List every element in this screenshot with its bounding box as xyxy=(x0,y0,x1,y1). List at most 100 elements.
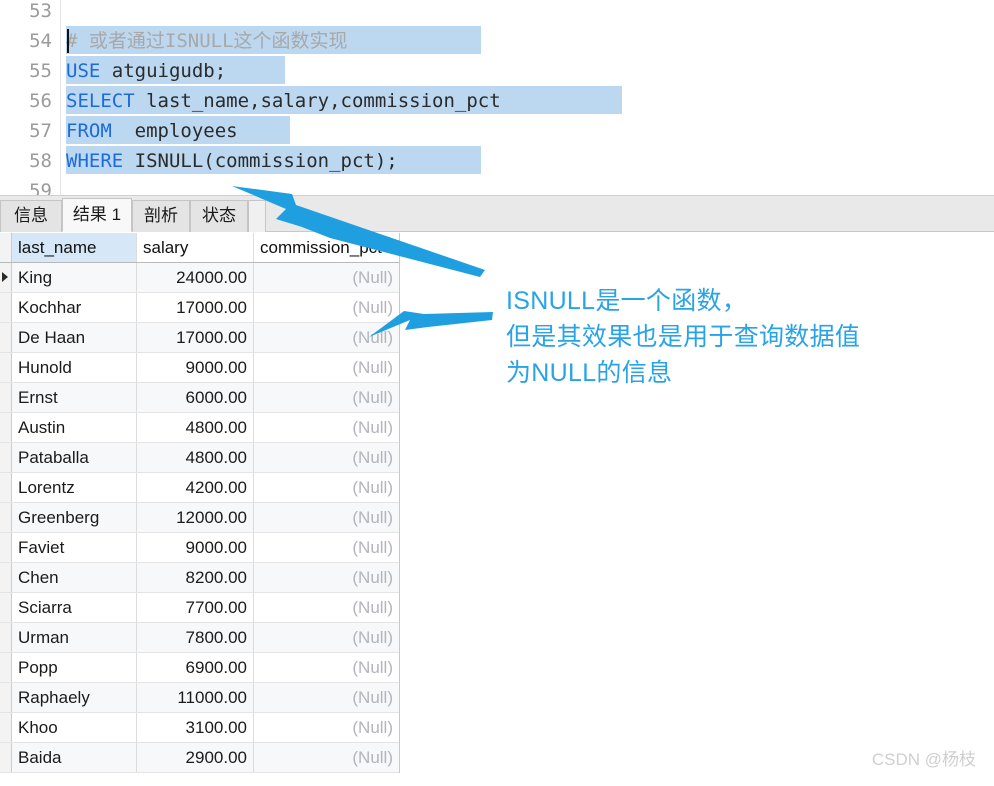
cell-commission-pct[interactable]: (Null) xyxy=(254,383,399,412)
code-line[interactable]: WHERE ISNULL(commission_pct); xyxy=(66,146,481,176)
table-row[interactable]: Raphaely 11000.00 (Null) xyxy=(0,683,399,713)
cell-commission-pct[interactable]: (Null) xyxy=(254,503,399,532)
cell-last-name[interactable]: Lorentz xyxy=(12,473,137,502)
table-row[interactable]: Khoo 3100.00 (Null) xyxy=(0,713,399,743)
cell-salary[interactable]: 3100.00 xyxy=(137,713,254,742)
cell-last-name[interactable]: Chen xyxy=(12,563,137,592)
cell-last-name[interactable]: Pataballa xyxy=(12,443,137,472)
cell-last-name[interactable]: Khoo xyxy=(12,713,137,742)
code-line[interactable]: SELECT last_name,salary,commission_pct xyxy=(66,86,622,116)
row-marker[interactable] xyxy=(0,593,12,622)
cell-last-name[interactable]: Ernst xyxy=(12,383,137,412)
table-row[interactable]: Popp 6900.00 (Null) xyxy=(0,653,399,683)
row-marker[interactable] xyxy=(0,413,12,442)
cell-salary[interactable]: 12000.00 xyxy=(137,503,254,532)
result-tab-bar[interactable]: 信息 结果 1 剖析 状态 xyxy=(0,196,994,232)
result-grid[interactable]: last_name salary commission_pct King 2400… xyxy=(0,233,400,773)
cell-commission-pct[interactable]: (Null) xyxy=(254,443,399,472)
table-row[interactable]: Austin 4800.00 (Null) xyxy=(0,413,399,443)
table-row[interactable]: Faviet 9000.00 (Null) xyxy=(0,533,399,563)
table-row[interactable]: Greenberg 12000.00 (Null) xyxy=(0,503,399,533)
table-row[interactable]: Ernst 6000.00 (Null) xyxy=(0,383,399,413)
row-marker[interactable] xyxy=(0,473,12,502)
table-row[interactable]: Urman 7800.00 (Null) xyxy=(0,623,399,653)
table-row[interactable]: Chen 8200.00 (Null) xyxy=(0,563,399,593)
cell-commission-pct[interactable]: (Null) xyxy=(254,413,399,442)
row-marker[interactable] xyxy=(0,443,12,472)
row-marker[interactable] xyxy=(0,383,12,412)
row-marker[interactable] xyxy=(0,503,12,532)
tab-status[interactable]: 状态 xyxy=(190,200,248,232)
cell-commission-pct[interactable]: (Null) xyxy=(254,293,399,322)
sql-code-editor[interactable]: 53 54 55 56 57 58 59 # 或者通过ISNULL这个函数实现 USE atg… xyxy=(0,0,994,196)
grid-body[interactable]: King 24000.00 (Null) Kochhar 17000.00 (Null) D… xyxy=(0,263,399,773)
cell-salary[interactable]: 24000.00 xyxy=(137,263,254,292)
column-header-last-name[interactable]: last_name xyxy=(12,233,137,262)
cell-commission-pct[interactable]: (Null) xyxy=(254,533,399,562)
table-row[interactable]: Kochhar 17000.00 (Null) xyxy=(0,293,399,323)
cell-commission-pct[interactable]: (Null) xyxy=(254,743,399,772)
cell-commission-pct[interactable]: (Null) xyxy=(254,563,399,592)
row-marker[interactable] xyxy=(0,563,12,592)
cell-commission-pct[interactable]: (Null) xyxy=(254,593,399,622)
tab-profile[interactable]: 剖析 xyxy=(132,200,190,232)
cell-last-name[interactable]: Urman xyxy=(12,623,137,652)
row-marker[interactable] xyxy=(0,743,12,772)
cell-last-name[interactable]: Popp xyxy=(12,653,137,682)
column-header-commission-pct[interactable]: commission_pct xyxy=(254,233,399,262)
cell-salary[interactable]: 9000.00 xyxy=(137,533,254,562)
code-line[interactable]: USE atguigudb; xyxy=(66,56,285,86)
row-marker[interactable] xyxy=(0,293,12,322)
cell-salary[interactable]: 8200.00 xyxy=(137,563,254,592)
table-row[interactable]: Baida 2900.00 (Null) xyxy=(0,743,399,773)
cell-salary[interactable]: 2900.00 xyxy=(137,743,254,772)
column-header-salary[interactable]: salary xyxy=(137,233,254,262)
cell-commission-pct[interactable]: (Null) xyxy=(254,623,399,652)
row-marker[interactable] xyxy=(0,653,12,682)
cell-last-name[interactable]: Greenberg xyxy=(12,503,137,532)
cell-commission-pct[interactable]: (Null) xyxy=(254,683,399,712)
cell-last-name[interactable]: Faviet xyxy=(12,533,137,562)
cell-commission-pct[interactable]: (Null) xyxy=(254,323,399,352)
table-row[interactable]: Lorentz 4200.00 (Null) xyxy=(0,473,399,503)
cell-last-name[interactable]: De Haan xyxy=(12,323,137,352)
cell-salary[interactable]: 11000.00 xyxy=(137,683,254,712)
table-row[interactable]: Pataballa 4800.00 (Null) xyxy=(0,443,399,473)
cell-commission-pct[interactable]: (Null) xyxy=(254,353,399,382)
cell-last-name[interactable]: King xyxy=(12,263,137,292)
cell-last-name[interactable]: Sciarra xyxy=(12,593,137,622)
cell-salary[interactable]: 9000.00 xyxy=(137,353,254,382)
row-marker[interactable] xyxy=(0,263,12,292)
row-marker[interactable] xyxy=(0,713,12,742)
cell-salary[interactable]: 17000.00 xyxy=(137,323,254,352)
cell-last-name[interactable]: Raphaely xyxy=(12,683,137,712)
row-marker[interactable] xyxy=(0,353,12,382)
cell-commission-pct[interactable]: (Null) xyxy=(254,263,399,292)
cell-commission-pct[interactable]: (Null) xyxy=(254,713,399,742)
cell-last-name[interactable]: Baida xyxy=(12,743,137,772)
cell-salary[interactable]: 7800.00 xyxy=(137,623,254,652)
table-row[interactable]: Hunold 9000.00 (Null) xyxy=(0,353,399,383)
cell-salary[interactable]: 6000.00 xyxy=(137,383,254,412)
cell-commission-pct[interactable]: (Null) xyxy=(254,473,399,502)
cell-salary[interactable]: 7700.00 xyxy=(137,593,254,622)
row-marker[interactable] xyxy=(0,623,12,652)
cell-salary[interactable]: 4800.00 xyxy=(137,413,254,442)
row-marker[interactable] xyxy=(0,533,12,562)
tab-info[interactable]: 信息 xyxy=(0,200,62,232)
cell-last-name[interactable]: Kochhar xyxy=(12,293,137,322)
cell-salary[interactable]: 17000.00 xyxy=(137,293,254,322)
cell-salary[interactable]: 4800.00 xyxy=(137,443,254,472)
code-line[interactable]: FROM employees xyxy=(66,116,290,146)
table-row[interactable]: Sciarra 7700.00 (Null) xyxy=(0,593,399,623)
row-marker[interactable] xyxy=(0,323,12,352)
table-row[interactable]: De Haan 17000.00 (Null) xyxy=(0,323,399,353)
table-row[interactable]: King 24000.00 (Null) xyxy=(0,263,399,293)
code-line[interactable]: # 或者通过ISNULL这个函数实现 xyxy=(66,26,481,56)
cell-last-name[interactable]: Austin xyxy=(12,413,137,442)
row-marker[interactable] xyxy=(0,683,12,712)
cell-last-name[interactable]: Hunold xyxy=(12,353,137,382)
tab-result-1[interactable]: 结果 1 xyxy=(62,198,132,232)
cell-salary[interactable]: 4200.00 xyxy=(137,473,254,502)
cell-commission-pct[interactable]: (Null) xyxy=(254,653,399,682)
